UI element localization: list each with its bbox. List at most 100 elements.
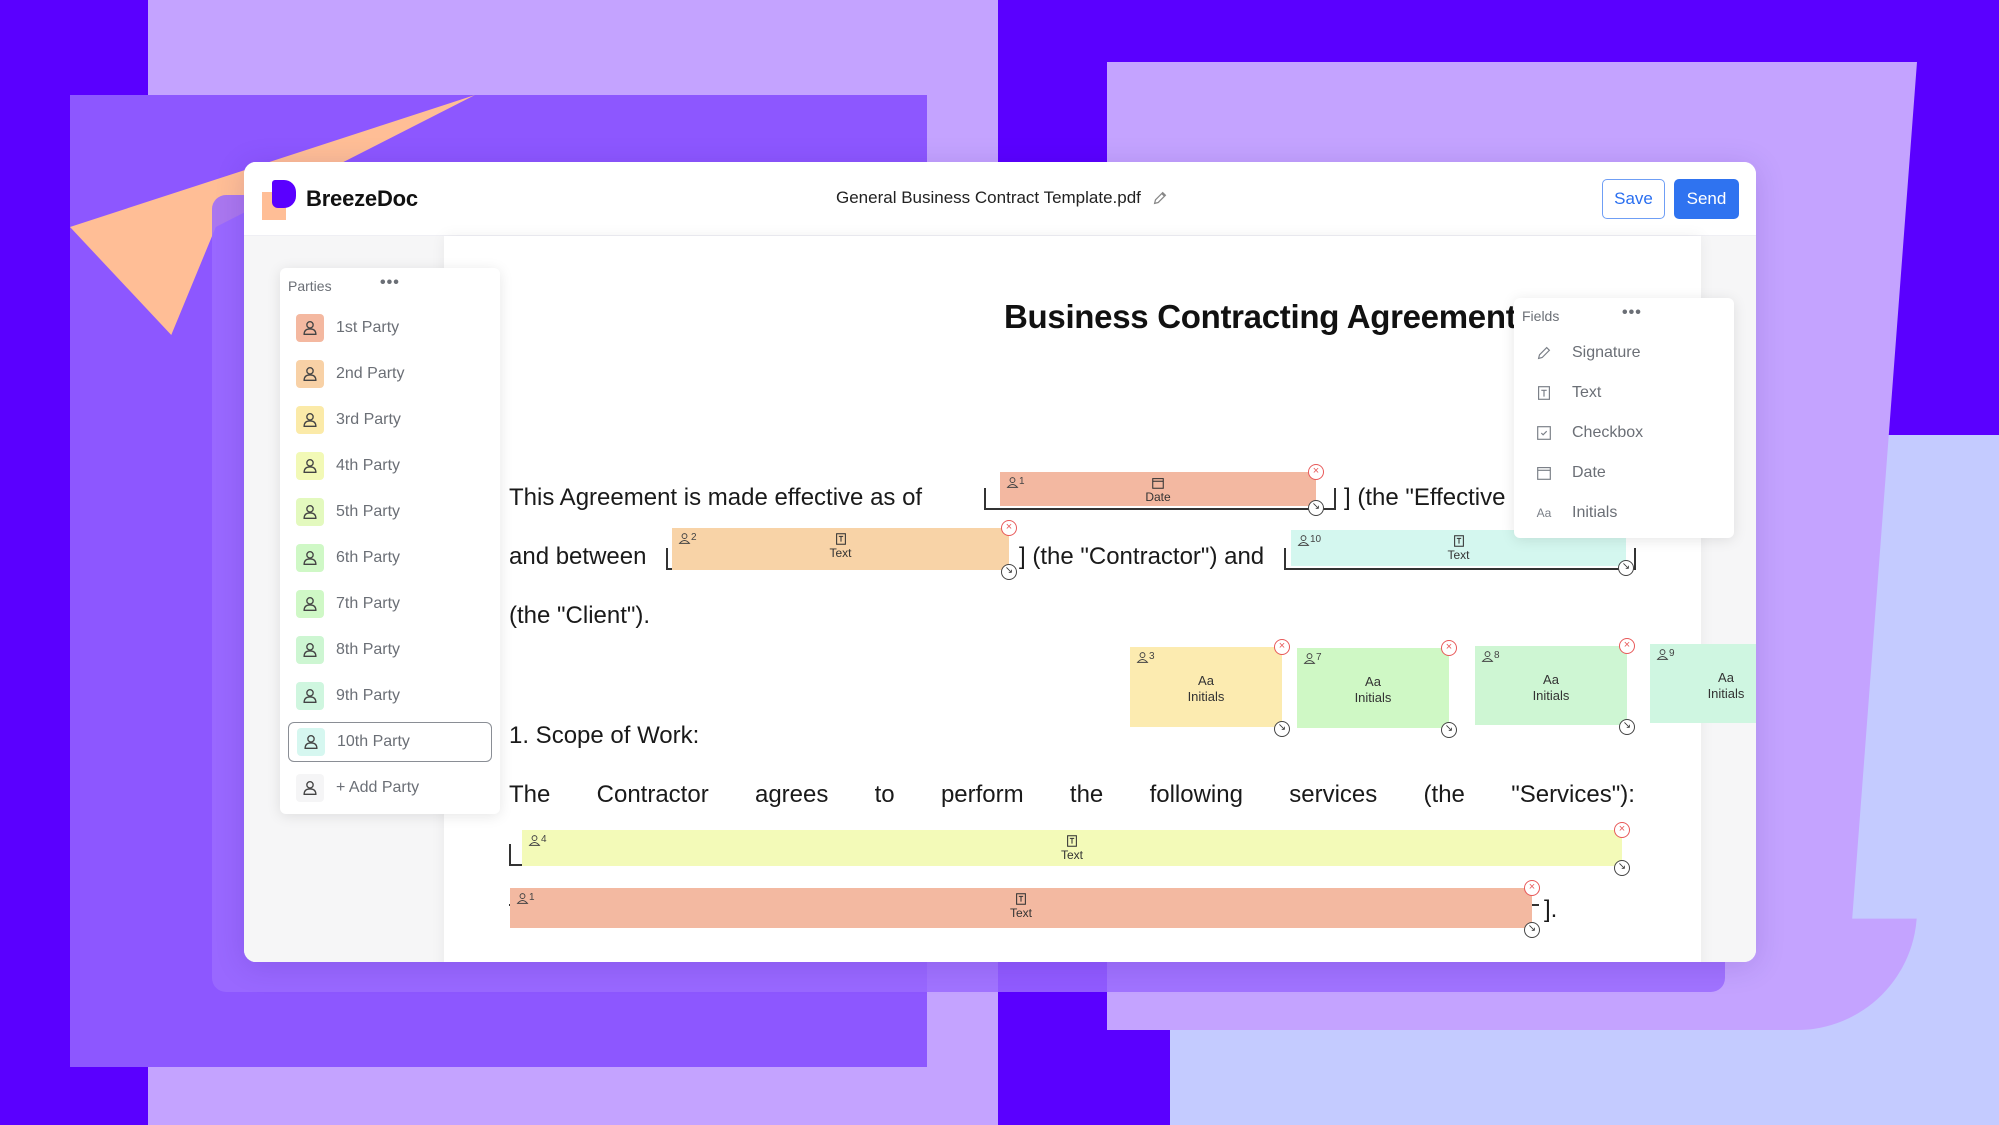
field-type: Aa Initials [1130,673,1282,705]
placed-field-text[interactable]: 2 Text × ↘ [672,520,1017,580]
resize-handle[interactable]: ↘ [1619,719,1635,735]
party-item[interactable]: 7th Party [288,584,492,624]
field-type: Text [1291,534,1626,563]
brand-logo-icon [262,180,298,220]
delete-field-button[interactable]: × [1619,638,1635,654]
word: perform [940,781,1024,808]
brand-name: BreezeDoc [306,186,418,211]
field-initials[interactable]: Aa Initials [1534,498,1618,528]
placed-field-text[interactable]: 4 Text × ↘ [522,822,1630,876]
field-owner: 9 [1656,648,1675,661]
party-item[interactable]: 1st Party [288,308,492,348]
person-icon [297,728,325,756]
person-icon [296,360,324,388]
field-type: Aa Initials [1297,674,1449,706]
document-title-text: General Business Contract Template.pdf [836,188,1141,207]
word: The [509,781,551,808]
person-icon [296,498,324,526]
initials-icon: Aa [1543,672,1559,687]
resize-handle[interactable]: ↘ [1274,721,1290,737]
delete-field-button[interactable]: × [1308,464,1324,480]
person-icon [1136,652,1149,663]
delete-field-button[interactable]: × [1001,520,1017,536]
delete-field-button[interactable]: × [1441,640,1457,656]
party-label: 1st Party [336,319,400,336]
resize-handle[interactable]: ↘ [1614,860,1630,876]
party-item[interactable]: 4th Party [288,446,492,486]
party-item[interactable]: 3rd Party [288,400,492,440]
word: Contractor [596,781,709,808]
resize-handle[interactable]: ↘ [1524,922,1540,938]
party-item[interactable]: 2nd Party [288,354,492,394]
person-icon [1656,649,1669,660]
initials-icon: Aa [1718,670,1734,685]
parties-title: Parties [288,278,332,294]
save-button[interactable]: Save [1602,179,1665,219]
party-item[interactable]: 6th Party [288,538,492,578]
field-signature[interactable]: Signature [1534,338,1641,368]
doc-line-3: (the "Client"). [509,602,651,629]
word: services [1289,781,1378,808]
doc-line-2b: ] (the "Contractor") and [1019,543,1265,570]
word: the [1069,781,1104,808]
field-checkbox[interactable]: Checkbox [1534,418,1643,448]
field-date[interactable]: Date [1534,458,1606,488]
initials-icon: Aa [1536,506,1552,520]
fields-title: Fields [1522,308,1560,324]
document-title[interactable]: General Business Contract Template.pdf [836,188,1169,208]
field-type: Text [522,834,1622,863]
resize-handle[interactable]: ↘ [1618,560,1634,576]
party-label: 8th Party [336,641,401,658]
calendar-icon [1537,467,1551,480]
person-icon [296,774,324,802]
placed-field-date[interactable]: 1 Date × ↘ [1000,464,1324,516]
app-window: BreezeDoc General Business Contract Temp… [244,162,1756,962]
placed-field-initials[interactable]: 3 Aa Initials × ↘ [1130,639,1290,737]
text-field-icon [835,533,846,545]
placed-field-initials[interactable]: 8 Aa Initials × ↘ [1475,638,1635,735]
person-icon [296,406,324,434]
initials-icon: Aa [1198,673,1214,688]
word: agrees [754,781,829,808]
parties-menu-icon[interactable]: ••• [380,274,400,292]
resize-handle[interactable]: ↘ [1441,722,1457,738]
party-label: 7th Party [336,595,401,612]
field-owner: 7 [1303,652,1322,665]
person-icon [296,636,324,664]
field-type: Aa Initials [1650,670,1756,702]
text-field-icon [1016,893,1026,905]
text-field-icon [1067,835,1077,847]
party-item[interactable]: 9th Party [288,676,492,716]
delete-field-button[interactable]: × [1614,822,1630,838]
resize-handle[interactable]: ↘ [1001,564,1017,580]
party-item[interactable]: 10th Party [288,722,492,762]
word: to [874,781,895,808]
placed-field-initials[interactable]: 9 AaInitials × ↘ [1650,644,1756,723]
text-field-icon [1538,386,1550,400]
party-item[interactable]: 8th Party [288,630,492,670]
placed-field-text[interactable]: 1 Text × ↘ [510,880,1540,938]
add-party-button[interactable]: + Add Party [288,768,492,808]
doc-line-1b: ] (the "Effective [1344,484,1506,511]
party-label: 6th Party [336,549,401,566]
doc-line-1a: This Agreement is made effective as of [509,484,923,511]
placed-field-initials[interactable]: 7 Aa Initials × ↘ [1297,640,1457,738]
send-button[interactable]: Send [1674,179,1739,219]
initials-icon: Aa [1365,674,1381,689]
edit-pencil-icon[interactable] [1151,189,1169,207]
person-icon [1481,651,1494,662]
party-label: 9th Party [336,687,401,704]
party-label: 2nd Party [336,365,405,382]
calendar-icon [1152,478,1164,489]
resize-handle[interactable]: ↘ [1308,500,1324,516]
person-icon [296,544,324,572]
checkbox-icon [1537,426,1551,440]
pencil-icon [1537,346,1551,360]
person-icon [296,682,324,710]
party-item[interactable]: 5th Party [288,492,492,532]
party-label: 3rd Party [336,411,401,428]
field-text[interactable]: Text [1534,378,1601,408]
delete-field-button[interactable]: × [1524,880,1540,896]
delete-field-button[interactable]: × [1274,639,1290,655]
fields-menu-icon[interactable]: ••• [1622,304,1642,322]
